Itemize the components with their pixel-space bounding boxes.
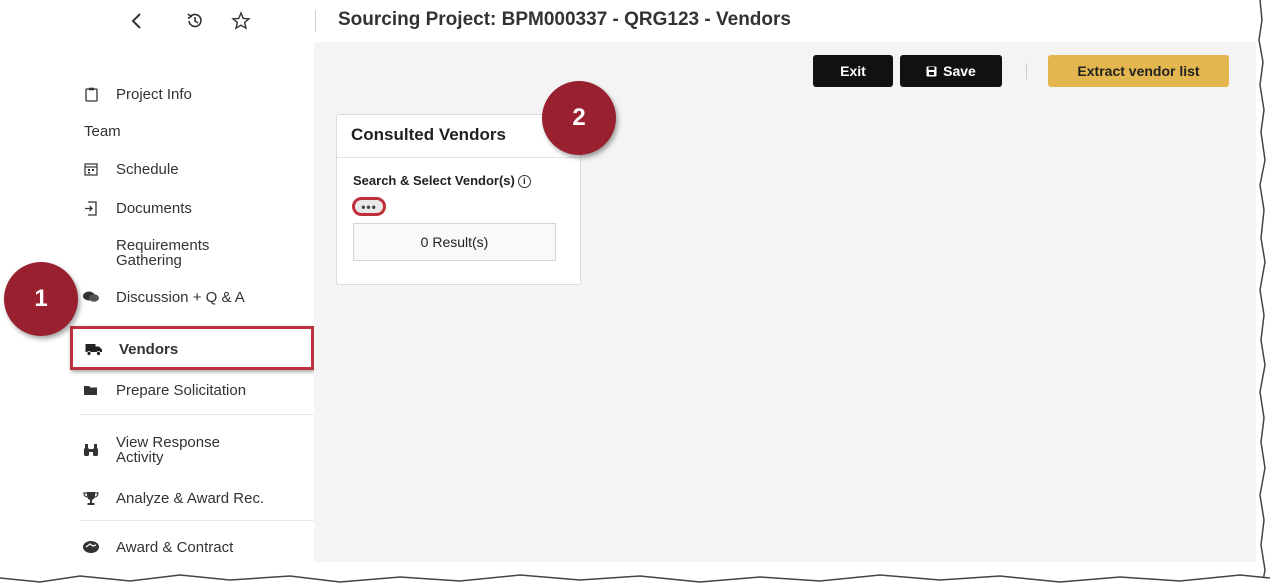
- sidebar-item-label: Analyze & Award Rec.: [116, 489, 265, 507]
- save-button-label: Save: [943, 63, 976, 79]
- comments-icon: [82, 288, 100, 306]
- sidebar-item-schedule[interactable]: Schedule: [70, 154, 314, 184]
- sidebar-item-label: Team: [84, 122, 121, 140]
- sidebar: Project Info Team Schedule Documents Req…: [70, 42, 314, 586]
- torn-edge-bottom: [0, 574, 1279, 586]
- folder-icon: [82, 381, 100, 399]
- binoculars-icon: [82, 441, 100, 459]
- sidebar-item-label: Award & Contract: [116, 538, 234, 556]
- sidebar-item-project-info[interactable]: Project Info: [70, 79, 314, 109]
- toolbar-divider: [1026, 63, 1027, 79]
- document-import-icon: [82, 199, 100, 217]
- save-icon: [926, 66, 937, 77]
- results-count-box: 0 Result(s): [353, 223, 556, 261]
- results-count: 0 Result(s): [420, 234, 489, 250]
- sidebar-item-label: Project Info: [116, 85, 192, 103]
- callout-badge-1: 1: [4, 262, 78, 336]
- sidebar-item-vendors-row: Vendors: [73, 337, 311, 361]
- sidebar-item-discussion[interactable]: Discussion + Q & A: [70, 282, 314, 312]
- header-divider: [315, 10, 316, 32]
- extract-vendor-list-button[interactable]: Extract vendor list: [1048, 55, 1229, 87]
- callout-badge-2: 2: [542, 81, 616, 155]
- sidebar-item-documents[interactable]: Documents: [70, 193, 314, 223]
- calendar-icon: [82, 160, 100, 178]
- sidebar-item-label: Prepare Solicitation: [116, 381, 247, 399]
- sidebar-item-label: Discussion + Q & A: [116, 288, 245, 306]
- sidebar-item-label: Requirements Gathering: [116, 237, 210, 269]
- back-icon[interactable]: [124, 8, 150, 34]
- exit-button-label: Exit: [840, 63, 866, 79]
- sidebar-item-label: Documents: [116, 199, 192, 217]
- torn-edge-right: [1256, 0, 1266, 586]
- screenshot-frame: Sourcing Project: BPM000337 - QRG123 - V…: [0, 0, 1279, 586]
- sidebar-item-prepare-solicitation[interactable]: Prepare Solicitation: [70, 375, 314, 405]
- sidebar-divider: [80, 414, 314, 415]
- info-icon[interactable]: i: [517, 175, 531, 188]
- vendor-search-label-text: Search & Select Vendor(s): [353, 173, 515, 188]
- save-button[interactable]: Save: [900, 55, 1002, 87]
- sidebar-item-view-response-activity[interactable]: View Response Activity: [70, 432, 314, 468]
- handshake-icon: [82, 538, 100, 556]
- sidebar-divider: [80, 520, 314, 521]
- trophy-icon: [82, 489, 100, 507]
- sidebar-item-analyze-award[interactable]: Analyze & Award Rec.: [70, 483, 314, 513]
- truck-icon: [85, 340, 103, 358]
- sidebar-item-team[interactable]: Team: [70, 116, 314, 146]
- card-title: Consulted Vendors: [351, 125, 506, 144]
- vendor-search-label: Search & Select Vendor(s) i: [353, 173, 531, 188]
- sidebar-item-label: Schedule: [116, 160, 179, 178]
- star-icon[interactable]: [228, 8, 254, 34]
- page-title: Sourcing Project: BPM000337 - QRG123 - V…: [338, 9, 791, 30]
- header-bar: Sourcing Project: BPM000337 - QRG123 - V…: [70, 0, 1260, 43]
- exit-button[interactable]: Exit: [813, 55, 893, 87]
- sidebar-item-requirements-gathering[interactable]: Requirements Gathering: [70, 235, 314, 271]
- sidebar-item-label: View Response Activity: [116, 434, 220, 466]
- extract-button-label: Extract vendor list: [1077, 63, 1200, 79]
- clipboard-icon: [82, 85, 100, 103]
- sidebar-item-label: Vendors: [119, 340, 179, 358]
- vendor-search-more-button[interactable]: •••: [352, 197, 386, 216]
- history-icon[interactable]: [182, 8, 208, 34]
- sidebar-item-vendors[interactable]: Vendors: [70, 326, 314, 370]
